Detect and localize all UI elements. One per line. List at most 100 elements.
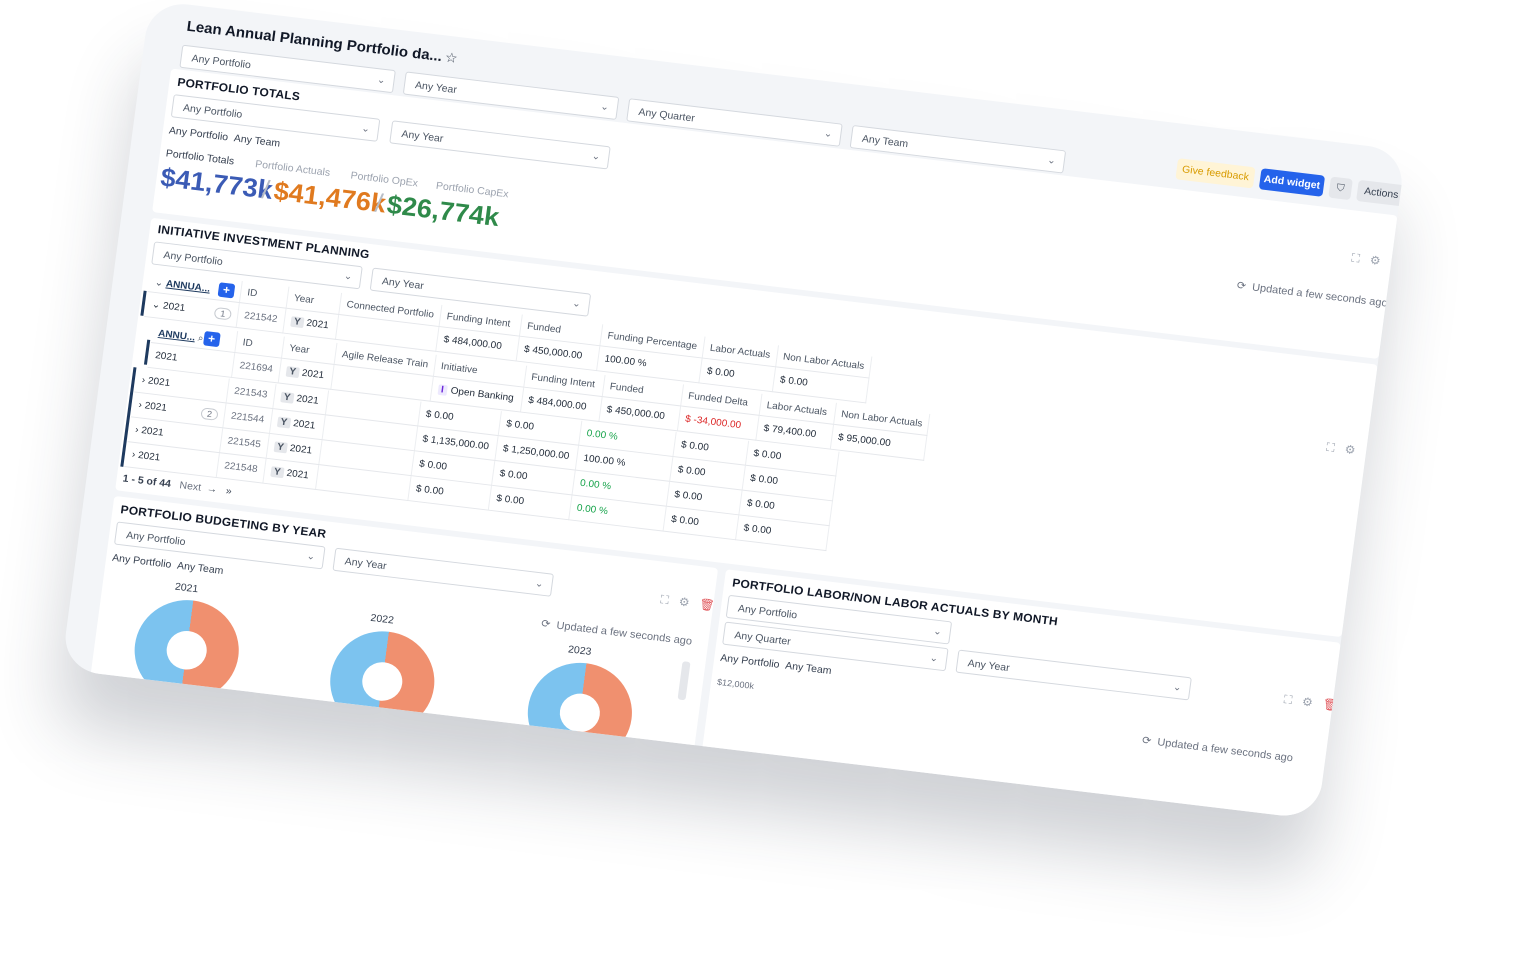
expand-icon[interactable]: ⛶ (1283, 692, 1293, 706)
applied-filter-tags: Any Portfolio Any Team (720, 652, 833, 677)
last-page-icon[interactable]: » (225, 485, 232, 497)
actions-button[interactable]: Actions (1356, 179, 1407, 207)
donut-year-label: 2021 (174, 580, 199, 596)
applied-filter-tags: Any Portfolio Any Team (111, 552, 224, 577)
chevron-down-icon: ⌄ (1046, 155, 1057, 167)
year-value: 2021 (285, 468, 310, 482)
year-value: 2021 (305, 317, 330, 332)
tag-team: Any Team (784, 659, 833, 677)
refresh-icon[interactable]: ⟳ (1236, 280, 1247, 293)
budgeting-updated: ⟳ Updated a few seconds ago (541, 617, 693, 648)
labor-panel-controls: ⛶ ⚙ 🗑 (1273, 691, 1339, 713)
year-badge: Y (276, 416, 291, 429)
year-cell: Y 2021 (262, 458, 319, 490)
chevron-right-icon[interactable]: › (138, 399, 143, 410)
budgeting-year-filter[interactable]: Any Year ⌄ (332, 547, 554, 597)
expand-icon[interactable]: ⛶ (1351, 251, 1361, 265)
chart-legend-scrollbar[interactable] (677, 661, 691, 701)
chart-axis-top-label: $12,000k (716, 677, 755, 691)
totals-updated: ⟳ Updated a few seconds ago (1236, 279, 1389, 310)
gear-icon[interactable]: ⚙ (1369, 253, 1381, 268)
id-cell: 221542 (236, 302, 287, 334)
gear-icon[interactable]: ⚙ (678, 595, 690, 610)
totals-panel-controls: ⛶ ⚙ 🗑 (1341, 250, 1407, 272)
screenshot-stage: Lean Annual Planning Portfolio da... ☆ A… (0, 0, 1513, 960)
applied-filter-tags: Any Portfolio Any Team (168, 125, 281, 150)
child-count-badge: 1 (213, 306, 233, 320)
dashboard-window: Lean Annual Planning Portfolio da... ☆ A… (61, 0, 1407, 820)
filter-icon[interactable]: ⛉ (1328, 176, 1353, 201)
year-badge: Y (290, 316, 305, 329)
year-cell: Y 2021 (282, 308, 339, 340)
totals-year-filter[interactable]: Any Year ⌄ (389, 120, 611, 170)
filter-value: Any Year (344, 555, 388, 573)
chevron-down-icon: ⌄ (376, 74, 387, 87)
column-annual[interactable]: ANNU... (158, 328, 196, 343)
labor-updated: ⟳ Updated a few seconds ago (1141, 734, 1293, 765)
add-widget-button[interactable]: Add widget (1258, 168, 1326, 197)
chevron-down-icon: ⌄ (534, 578, 545, 590)
tag-portfolio: Any Portfolio (719, 652, 781, 671)
chevron-down-icon: ⌄ (1172, 682, 1183, 694)
chevron-down-icon: ⌄ (343, 270, 353, 283)
year-badge: Y (280, 391, 295, 404)
chevron-down-icon: ⌄ (823, 128, 833, 140)
budget-donut-chart[interactable] (521, 657, 639, 769)
filter-value: Any Team (861, 133, 909, 151)
chevron-down-icon[interactable]: ⌄ (154, 277, 164, 289)
budget-donut-chart[interactable] (324, 625, 441, 738)
expand-icon[interactable]: ⛶ (660, 593, 670, 607)
group-label: 2021 (144, 400, 168, 414)
trash-icon[interactable]: 🗑 (1364, 445, 1381, 460)
initiative-badge: I (437, 384, 448, 396)
id-cell: 221548 (216, 452, 267, 484)
column-annual[interactable]: ANNUA... (165, 278, 211, 294)
arrow-right-icon[interactable]: → (206, 483, 218, 496)
filter-value: Any Year (400, 128, 445, 145)
group-label: 2021 (162, 300, 186, 314)
year-value: 2021 (301, 367, 325, 382)
year-badge: Y (273, 441, 288, 454)
pagination-range: 1 - 5 of 44 (121, 472, 172, 490)
updated-text: Updated a few seconds ago (1251, 281, 1389, 310)
budget-donut-chart[interactable] (128, 594, 245, 707)
trash-icon[interactable]: 🗑 (1390, 256, 1407, 271)
refresh-icon[interactable]: ⟳ (541, 618, 552, 631)
favorite-star-icon[interactable]: ☆ (444, 49, 459, 67)
gear-icon[interactable]: ⚙ (1344, 442, 1356, 457)
add-row-button[interactable]: + (202, 330, 221, 347)
give-feedback-button[interactable]: Give feedback (1175, 158, 1256, 189)
year-value: 2021 (289, 443, 313, 457)
updated-text: Updated a few seconds ago (555, 619, 693, 648)
tag-team: Any Team (176, 559, 225, 577)
chevron-down-icon: ⌄ (306, 551, 316, 563)
tag-team: Any Team (233, 132, 281, 150)
refresh-icon[interactable]: ⟳ (1141, 735, 1152, 748)
chevron-right-icon[interactable]: › (141, 375, 146, 386)
group-label: 2021 (140, 425, 165, 439)
initiative-name[interactable]: Open Banking (450, 386, 514, 404)
chevron-down-icon: ⌄ (360, 123, 371, 136)
id-cell: 221694 (231, 352, 282, 383)
filter-value: Any Portfolio (125, 529, 187, 549)
chevron-down-icon: ⌄ (929, 652, 939, 665)
labor-year-filter[interactable]: Any Year ⌄ (955, 649, 1192, 701)
child-count-badge: 2 (200, 406, 219, 421)
trash-icon[interactable]: 🗑 (1322, 697, 1339, 712)
group-label: 2021 (147, 375, 171, 389)
filter-value: Any Quarter (733, 629, 792, 648)
filter-value: Any Portfolio (190, 52, 252, 72)
chevron-right-icon[interactable]: › (131, 450, 136, 461)
trash-icon[interactable]: 🗑 (699, 597, 716, 612)
filter-value: Any Portfolio (737, 602, 798, 622)
filter-value: Any Quarter (637, 106, 696, 125)
chevron-down-icon: ⌄ (571, 298, 582, 310)
chevron-down-icon[interactable]: ⌄ (151, 299, 161, 311)
chevron-right-icon[interactable]: › (135, 425, 140, 436)
expand-icon[interactable]: ⛶ (1326, 440, 1336, 454)
filter-value: Any Portfolio (162, 249, 224, 268)
chevron-down-icon: ⌄ (932, 626, 943, 638)
gear-icon[interactable]: ⚙ (1301, 695, 1313, 710)
next-page-link[interactable]: Next (179, 480, 202, 494)
add-row-button[interactable]: + (217, 281, 236, 298)
